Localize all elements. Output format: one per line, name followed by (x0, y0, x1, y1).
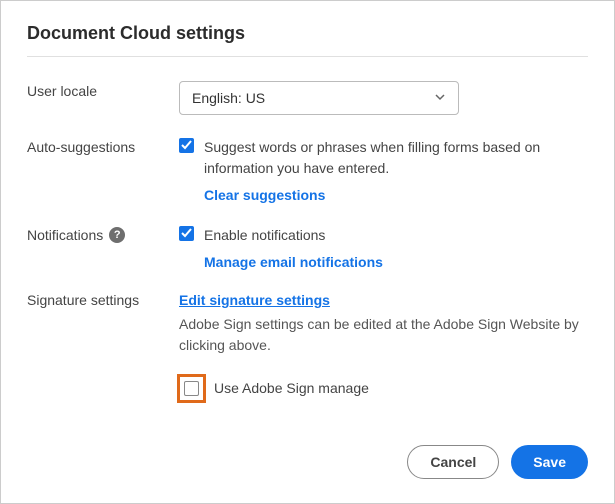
manage-email-notifications-link[interactable]: Manage email notifications (179, 254, 588, 270)
signature-description: Adobe Sign settings can be edited at the… (179, 314, 588, 356)
enable-notifications-checkbox[interactable] (179, 226, 194, 241)
label-auto-suggestions: Auto-suggestions (27, 137, 179, 155)
label-notifications: Notifications (27, 227, 103, 243)
chevron-down-icon (434, 90, 446, 106)
label-user-locale: User locale (27, 81, 179, 99)
locale-select[interactable]: English: US (179, 81, 459, 115)
row-notifications: Notifications ? Enable notifications Man… (27, 225, 588, 270)
locale-select-value: English: US (192, 90, 265, 106)
settings-dialog: Document Cloud settings User locale Engl… (0, 0, 615, 504)
row-signature-settings: Signature settings Edit signature settin… (27, 292, 588, 356)
enable-notifications-text: Enable notifications (204, 225, 588, 246)
save-button[interactable]: Save (511, 445, 588, 479)
auto-suggestions-text: Suggest words or phrases when filling fo… (204, 137, 588, 179)
use-adobe-sign-checkbox[interactable] (184, 381, 199, 396)
row-auto-suggestions: Auto-suggestions Suggest words or phrase… (27, 137, 588, 203)
clear-suggestions-link[interactable]: Clear suggestions (179, 187, 588, 203)
highlight-box (177, 374, 206, 403)
edit-signature-settings-link[interactable]: Edit signature settings (179, 292, 588, 308)
dialog-title: Document Cloud settings (27, 23, 588, 44)
divider (27, 56, 588, 57)
help-icon[interactable]: ? (109, 227, 125, 243)
use-adobe-sign-text: Use Adobe Sign manage (214, 378, 588, 399)
row-use-adobe-sign: Use Adobe Sign manage (27, 374, 588, 403)
row-user-locale: User locale English: US (27, 81, 588, 115)
label-signature-settings: Signature settings (27, 292, 179, 308)
cancel-button[interactable]: Cancel (407, 445, 499, 479)
auto-suggestions-checkbox[interactable] (179, 138, 194, 153)
dialog-footer: Cancel Save (407, 445, 588, 479)
